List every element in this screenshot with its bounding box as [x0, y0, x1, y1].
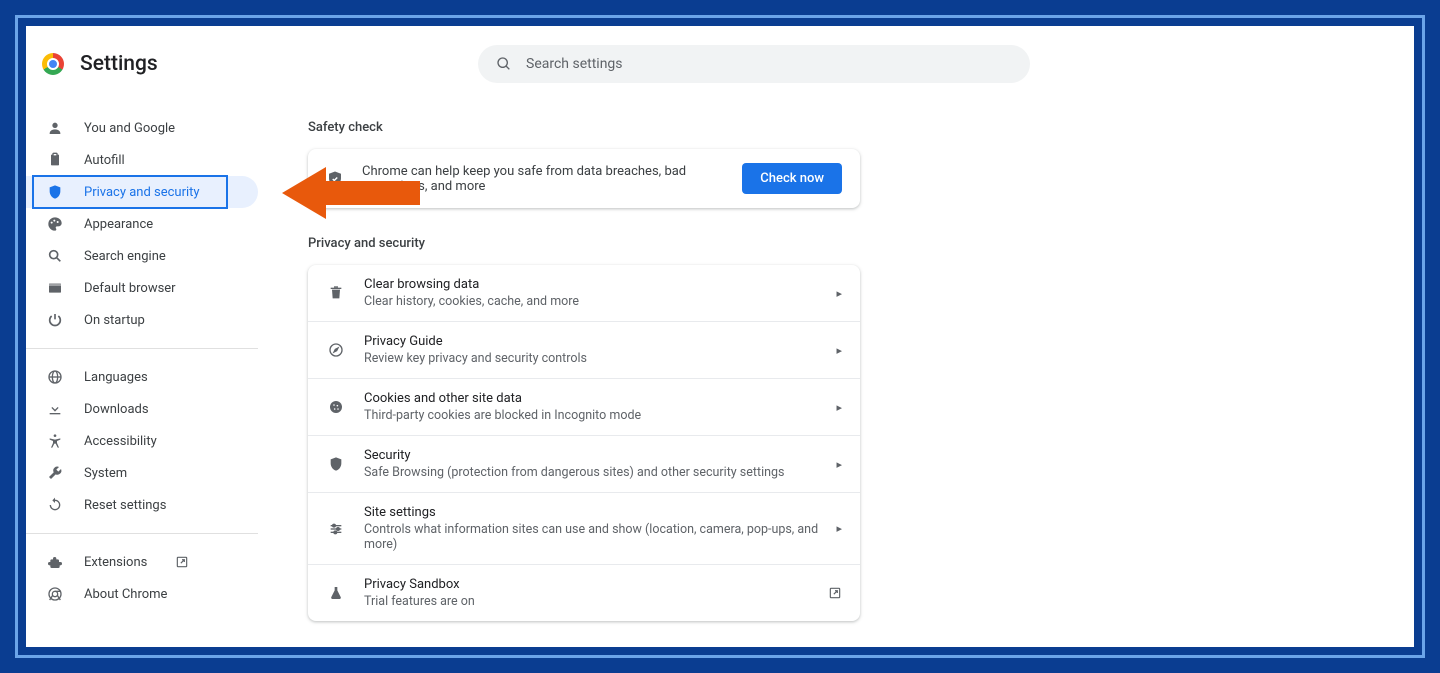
privacy-card: Clear browsing data Clear history, cookie… [308, 265, 860, 621]
privacy-row-security[interactable]: Security Safe Browsing (protection from d… [308, 435, 860, 492]
external-link-icon [828, 586, 842, 600]
shield-check-icon [326, 170, 344, 188]
chevron-right-icon: ▸ [836, 287, 842, 300]
external-link-icon [175, 555, 189, 569]
privacy-row-cookies-and-other-site-data[interactable]: Cookies and other site data Third-party c… [308, 378, 860, 435]
flask-icon [326, 583, 346, 603]
sidebar-item-appearance[interactable]: Appearance [26, 208, 258, 240]
row-subtitle: Third-party cookies are blocked in Incog… [364, 408, 818, 423]
sidebar-item-reset-settings[interactable]: Reset settings [26, 489, 258, 521]
privacy-row-clear-browsing-data[interactable]: Clear browsing data Clear history, cookie… [308, 265, 860, 321]
sidebar: You and Google Autofill Privacy and securi… [26, 26, 258, 647]
download-icon [46, 400, 64, 418]
sidebar-item-search-engine[interactable]: Search engine [26, 240, 258, 272]
header: Settings Search settings [26, 26, 1414, 102]
privacy-row-privacy-sandbox[interactable]: Privacy Sandbox Trial features are on [308, 564, 860, 621]
sidebar-item-label: Languages [84, 370, 148, 385]
sidebar-item-label: System [84, 466, 127, 481]
divider [26, 348, 258, 349]
row-title: Privacy Guide [364, 334, 818, 349]
row-subtitle: Trial features are on [364, 594, 810, 609]
section-title-safety: Safety check [308, 120, 1394, 135]
page-title: Settings [80, 52, 158, 76]
sidebar-item-label: Autofill [84, 153, 125, 168]
sidebar-item-label: Default browser [84, 281, 176, 296]
browser-icon [46, 279, 64, 297]
sidebar-item-label: Extensions [84, 555, 147, 570]
sidebar-item-label: Appearance [84, 217, 153, 232]
main-content: Safety check Chrome can help keep you sa… [258, 26, 1414, 647]
sidebar-item-about-chrome[interactable]: About Chrome [26, 578, 258, 610]
sidebar-item-extensions[interactable]: Extensions [26, 546, 258, 578]
privacy-row-privacy-guide[interactable]: Privacy Guide Review key privacy and secu… [308, 321, 860, 378]
chrome-icon [46, 585, 64, 603]
sidebar-item-label: On startup [84, 313, 145, 328]
sidebar-item-label: You and Google [84, 121, 175, 136]
sidebar-item-label: Accessibility [84, 434, 157, 449]
trash-icon [326, 283, 346, 303]
sidebar-item-privacy-and-security[interactable]: Privacy and security [26, 176, 258, 208]
sidebar-item-downloads[interactable]: Downloads [26, 393, 258, 425]
clipboard-icon [46, 151, 64, 169]
sidebar-item-label: Reset settings [84, 498, 166, 513]
puzzle-icon [46, 553, 64, 571]
chevron-right-icon: ▸ [836, 401, 842, 414]
sidebar-item-label: Privacy and security [84, 185, 200, 200]
row-title: Cookies and other site data [364, 391, 818, 406]
search-input[interactable]: Search settings [478, 45, 1030, 83]
globe-icon [46, 368, 64, 386]
cookie-icon [326, 397, 346, 417]
wrench-icon [46, 464, 64, 482]
palette-icon [46, 215, 64, 233]
sidebar-item-label: About Chrome [84, 587, 167, 602]
settings-window: Settings Search settings You and Google A… [26, 26, 1414, 647]
sidebar-item-languages[interactable]: Languages [26, 361, 258, 393]
row-title: Security [364, 448, 818, 463]
chevron-right-icon: ▸ [836, 344, 842, 357]
search-placeholder: Search settings [526, 56, 623, 72]
safety-check-card: Chrome can help keep you safe from data … [308, 149, 860, 208]
person-icon [46, 119, 64, 137]
sidebar-item-default-browser[interactable]: Default browser [26, 272, 258, 304]
row-title: Privacy Sandbox [364, 577, 810, 592]
chevron-right-icon: ▸ [836, 522, 842, 535]
sliders-icon [326, 519, 346, 539]
shield-icon [326, 454, 346, 474]
power-icon [46, 311, 64, 329]
sidebar-item-on-startup[interactable]: On startup [26, 304, 258, 336]
sidebar-item-label: Search engine [84, 249, 166, 264]
row-subtitle: Review key privacy and security controls [364, 351, 818, 366]
accessibility-icon [46, 432, 64, 450]
sidebar-item-label: Downloads [84, 402, 149, 417]
check-now-button[interactable]: Check now [742, 163, 842, 194]
privacy-row-site-settings[interactable]: Site settings Controls what information s… [308, 492, 860, 564]
search-icon [46, 247, 64, 265]
reset-icon [46, 496, 64, 514]
chrome-logo-icon [42, 53, 64, 75]
sidebar-item-autofill[interactable]: Autofill [26, 144, 258, 176]
row-subtitle: Safe Browsing (protection from dangerous… [364, 465, 818, 480]
search-icon [496, 56, 512, 72]
sidebar-item-system[interactable]: System [26, 457, 258, 489]
chevron-right-icon: ▸ [836, 458, 842, 471]
section-title-privacy: Privacy and security [308, 236, 1394, 251]
sidebar-item-you-and-google[interactable]: You and Google [26, 112, 258, 144]
shield-icon [46, 183, 64, 201]
row-title: Clear browsing data [364, 277, 818, 292]
divider [26, 533, 258, 534]
sidebar-item-accessibility[interactable]: Accessibility [26, 425, 258, 457]
row-subtitle: Controls what information sites can use … [364, 522, 818, 552]
safety-text: Chrome can help keep you safe from data … [362, 164, 724, 194]
row-subtitle: Clear history, cookies, cache, and more [364, 294, 818, 309]
row-title: Site settings [364, 505, 818, 520]
compass-icon [326, 340, 346, 360]
